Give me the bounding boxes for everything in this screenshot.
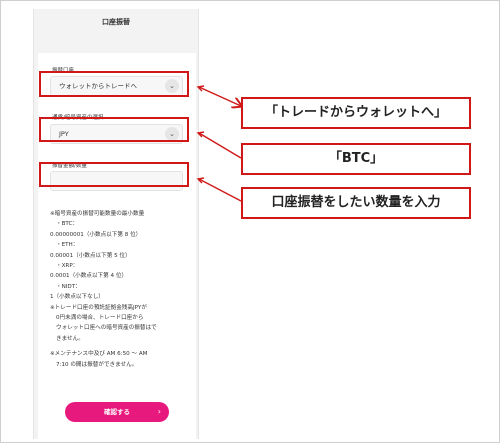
callout-enter-amount: 口座振替をしたい数量を入力 bbox=[241, 187, 471, 219]
callout-btc: 「BTC」 bbox=[241, 143, 471, 175]
callout-trade-to-wallet: 「トレードからウォレットへ」 bbox=[241, 97, 471, 129]
screenshot-frame: 口座振替 振替口座 ウォレットからトレードへ ⌄ 通貨/暗号資産の選択 JPY … bbox=[0, 0, 500, 443]
callout-arrows bbox=[196, 85, 500, 202]
